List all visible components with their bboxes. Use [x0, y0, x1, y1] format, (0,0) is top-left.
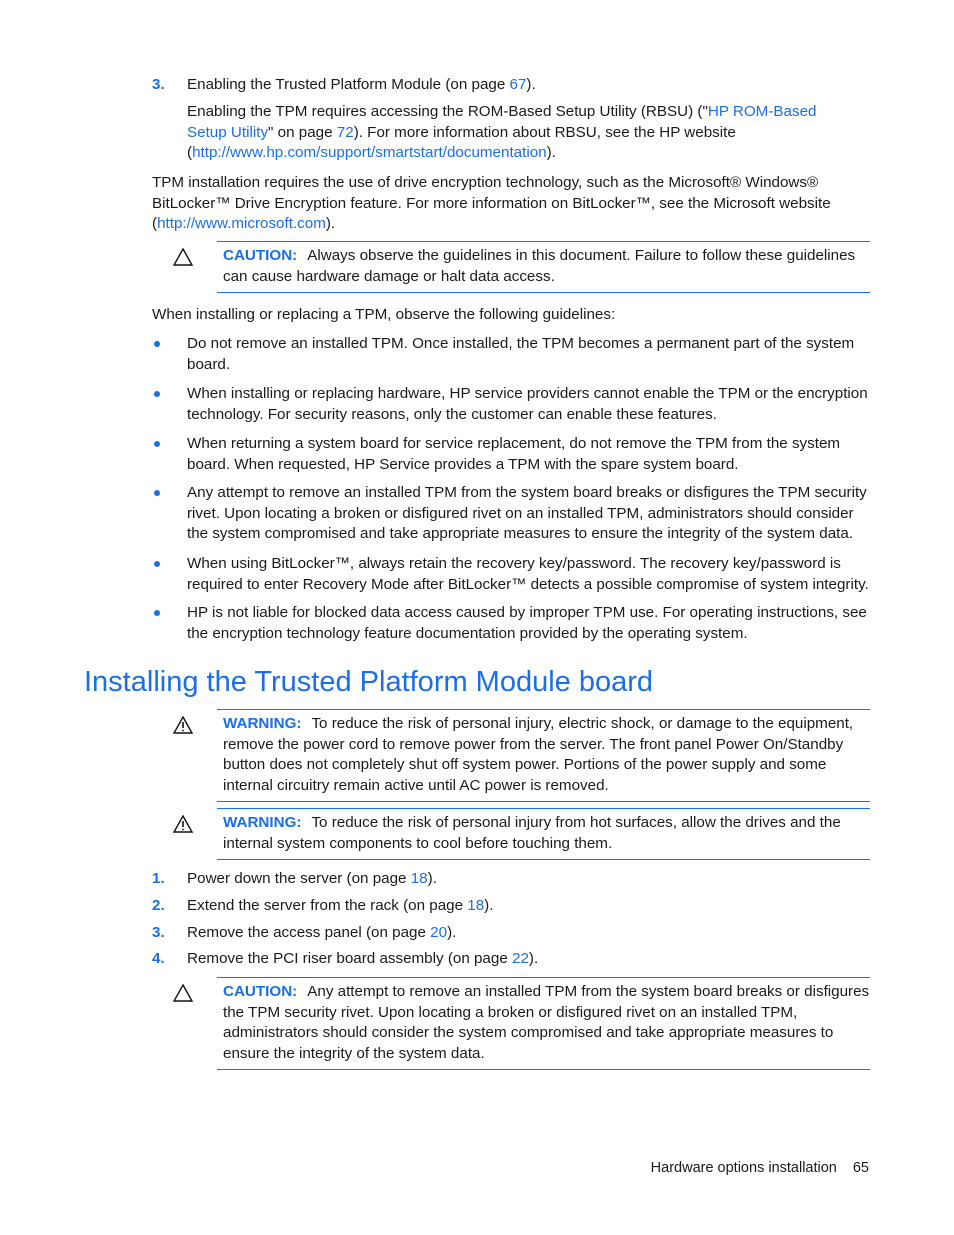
- page-link[interactable]: 18: [411, 870, 428, 887]
- step-text: ).: [484, 897, 494, 914]
- guideline-item: When returning a system board for servic…: [187, 435, 841, 473]
- guideline-item: When using BitLocker™, always retain the…: [187, 555, 869, 593]
- section-title: Installing the Trusted Platform Module b…: [84, 666, 654, 698]
- warning-triangle-icon: [172, 715, 194, 734]
- step-item: Remove the PCI riser board assembly (on …: [187, 949, 877, 970]
- step-text: Enabling the Trusted Platform Module (on…: [187, 75, 877, 96]
- step-detail: Enabling the TPM requires accessing the …: [187, 102, 857, 164]
- step-number: 2.: [152, 897, 165, 914]
- bullet-icon: [154, 490, 160, 496]
- page-link[interactable]: 18: [467, 897, 484, 914]
- bullet-icon: [154, 391, 160, 397]
- step-text-before: Enabling the Trusted Platform Module (on…: [187, 76, 510, 93]
- caution-note: CAUTION: Any attempt to remove an install…: [217, 977, 870, 1070]
- step-text: ).: [447, 924, 457, 941]
- caution-triangle-icon: [172, 983, 194, 1002]
- intro-paragraph: TPM installation requires the use of dri…: [152, 173, 832, 235]
- warning-text: To reduce the risk of personal injury, e…: [223, 715, 854, 794]
- guideline-item: Any attempt to remove an installed TPM f…: [187, 484, 867, 542]
- caution-note: CAUTION: Always observe the guidelines in…: [217, 241, 870, 293]
- hp-website-link[interactable]: http://www.hp.com/support/smartstart/doc…: [192, 144, 547, 161]
- caution-label: CAUTION:: [223, 247, 298, 264]
- guideline-item: When installing or replacing hardware, H…: [187, 385, 868, 423]
- warning-note: WARNING: To reduce the risk of personal i…: [217, 709, 870, 802]
- step-number: 3.: [152, 76, 165, 93]
- step-text: Remove the PCI riser board assembly (on …: [187, 950, 512, 967]
- warning-label: WARNING:: [223, 715, 302, 732]
- page-footer: Hardware options installation 65: [651, 1158, 869, 1179]
- caution-label: CAUTION:: [223, 983, 298, 1000]
- guideline-item: Do not remove an installed TPM. Once ins…: [187, 335, 855, 373]
- caution-text: Any attempt to remove an installed TPM f…: [223, 983, 870, 1062]
- guideline-item: HP is not liable for blocked data access…: [187, 604, 867, 642]
- step-text: ).: [427, 870, 437, 887]
- page-link[interactable]: 20: [430, 924, 447, 941]
- step-number: 3.: [152, 924, 165, 941]
- bullet-icon: [154, 441, 160, 447]
- warning-label: WARNING:: [223, 814, 302, 831]
- warning-note: WARNING: To reduce the risk of personal i…: [217, 808, 870, 860]
- guidelines-intro: When installing or replacing a TPM, obse…: [152, 306, 616, 323]
- page-link[interactable]: 67: [510, 76, 527, 93]
- warning-triangle-icon: [172, 814, 194, 833]
- step-number: 1.: [152, 870, 165, 887]
- warning-text: To reduce the risk of personal injury fr…: [223, 814, 841, 852]
- step-text: Power down the server (on page: [187, 870, 411, 887]
- bullet-icon: [154, 561, 160, 567]
- step-text: Remove the access panel (on page: [187, 924, 431, 941]
- microsoft-link[interactable]: http://www.microsoft.com: [157, 215, 326, 232]
- bullet-icon: [154, 610, 160, 616]
- bullet-icon: [154, 341, 160, 347]
- caution-triangle-icon: [172, 247, 194, 266]
- detail-text: " on page: [268, 123, 337, 141]
- step-item: Extend the server from the rack (on page…: [187, 896, 877, 917]
- intro-text: ).: [325, 215, 336, 232]
- caution-text: Always observe the guidelines in this do…: [223, 247, 856, 285]
- footer-section: Hardware options installation: [650, 1160, 837, 1176]
- detail-text: ).: [546, 144, 556, 161]
- detail-text: Enabling the TPM requires accessing the …: [187, 103, 708, 120]
- step-text-after: ).: [526, 76, 536, 93]
- page-link[interactable]: 72: [337, 124, 354, 141]
- page-link[interactable]: 22: [512, 950, 529, 967]
- step-text: ).: [528, 950, 539, 967]
- step-number: 4.: [152, 950, 165, 967]
- step-item: Remove the access panel (on page 20).: [187, 923, 877, 944]
- step-text: Extend the server from the rack (on page: [187, 897, 468, 914]
- step-item: Power down the server (on page 18).: [187, 869, 877, 890]
- page-number: 65: [852, 1160, 869, 1176]
